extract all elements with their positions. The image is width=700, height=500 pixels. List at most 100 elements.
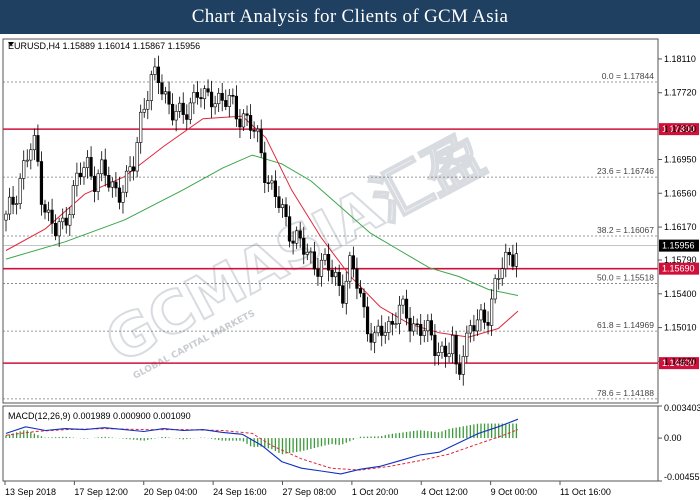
candle-down — [326, 254, 331, 271]
candle-down — [220, 92, 224, 101]
candle-down — [89, 157, 93, 177]
candle-down — [351, 255, 355, 270]
candle-up — [192, 92, 196, 104]
candle-up — [96, 173, 100, 192]
candle-up — [61, 217, 65, 223]
candle-up — [213, 103, 217, 108]
candle-down — [160, 82, 164, 95]
candle-up — [188, 102, 192, 120]
candle-down — [39, 161, 44, 205]
candle-down — [263, 152, 267, 183]
candle-up — [46, 209, 51, 213]
symbol-label: EURUSD,H4 1.15889 1.16014 1.15867 1.1595… — [8, 41, 200, 51]
candle-up — [29, 149, 33, 161]
time-tick-label: 4 Oct 12:00 — [421, 487, 468, 497]
candle-up — [57, 221, 61, 237]
candles — [4, 55, 519, 386]
candle-up — [373, 332, 377, 343]
candle-down — [234, 95, 239, 120]
candle-down — [482, 309, 487, 323]
candle-down — [103, 159, 107, 176]
candle-up — [376, 325, 380, 334]
candle-down — [170, 103, 175, 121]
candle-up — [121, 191, 125, 203]
candle-up — [475, 319, 480, 332]
candle-up — [451, 334, 455, 355]
candle-up — [514, 253, 519, 267]
candle-up — [32, 135, 36, 151]
candle-down — [330, 269, 334, 278]
candle-down — [224, 100, 228, 107]
time-tick-label: 20 Sep 04:00 — [144, 487, 198, 497]
candle-down — [114, 181, 118, 189]
candle-up — [426, 320, 430, 332]
candle-down — [298, 230, 302, 239]
price-tick-label: 1.16560 — [664, 188, 697, 198]
candle-down — [248, 115, 253, 131]
candle-down — [273, 180, 277, 197]
candle-up — [493, 278, 497, 300]
macd-label: MACD(12,26,9) 0.001989 0.000900 0.001090 — [8, 411, 191, 421]
fib-level-label: 23.6 = 1.16746 — [597, 166, 654, 176]
candle-down — [266, 182, 270, 184]
macd-tick-label: 0.003403 — [664, 403, 700, 413]
candle-down — [245, 113, 249, 116]
candle-down — [337, 271, 341, 286]
candle-up — [85, 157, 90, 168]
candle-up — [15, 203, 19, 205]
candle-up — [319, 259, 324, 277]
candle-down — [302, 237, 306, 255]
candle-up — [256, 128, 260, 132]
candle-up — [71, 185, 75, 215]
candle-down — [380, 325, 384, 336]
time-tick-label: 17 Sep 12:00 — [74, 487, 128, 497]
candle-up — [344, 280, 348, 304]
candle-up — [128, 166, 132, 172]
macd-tick-label: -0.004557 — [664, 472, 700, 482]
candle-down — [511, 254, 515, 267]
chart-title-banner: Chart Analysis for Clients of GCM Asia — [0, 0, 700, 34]
candle-down — [443, 345, 448, 357]
candle-up — [7, 196, 12, 215]
candle-up — [465, 332, 469, 357]
candle-up — [270, 180, 274, 184]
candle-down — [252, 130, 256, 132]
candle-down — [429, 320, 433, 336]
candle-down — [156, 66, 161, 84]
fib-level-label: 0.0 = 1.17844 — [602, 71, 655, 81]
candle-up — [412, 323, 416, 332]
candle-up — [280, 204, 285, 208]
candle-down — [316, 268, 320, 277]
candle-up — [436, 352, 441, 356]
candle-down — [93, 175, 97, 192]
candle-down — [199, 97, 203, 100]
candle-down — [341, 285, 345, 304]
candle-up — [241, 113, 246, 128]
candle-up — [4, 213, 8, 221]
candle-down — [312, 251, 316, 270]
candle-down — [36, 135, 40, 162]
candle-down — [231, 95, 235, 97]
candle-up — [100, 159, 104, 175]
candle-down — [365, 306, 370, 335]
price-tick-label: 1.16950 — [664, 154, 697, 164]
candle-down — [287, 216, 292, 242]
candle-down — [433, 334, 437, 356]
price-tick-label: 1.18110 — [664, 54, 696, 64]
candle-down — [454, 334, 458, 365]
candle-down — [43, 204, 47, 213]
candle-down — [415, 323, 419, 326]
price-tick-label: 1.15010 — [664, 323, 697, 333]
candle-up — [178, 102, 182, 112]
candle-up — [479, 309, 483, 321]
time-tick-label: 9 Oct 00:00 — [491, 487, 538, 497]
candle-up — [110, 181, 114, 188]
candle-down — [472, 325, 476, 332]
candle-down — [54, 223, 58, 237]
price-chart[interactable]: GCMASIA汇盈 GLOBAL CAPITAL MARKETS 0.0 = 1… — [0, 34, 700, 500]
candle-up — [387, 321, 391, 333]
candle-down — [238, 118, 242, 128]
candle-up — [142, 108, 146, 113]
time-tick-label: 27 Sep 08:00 — [283, 487, 337, 497]
candle-down — [11, 196, 15, 205]
